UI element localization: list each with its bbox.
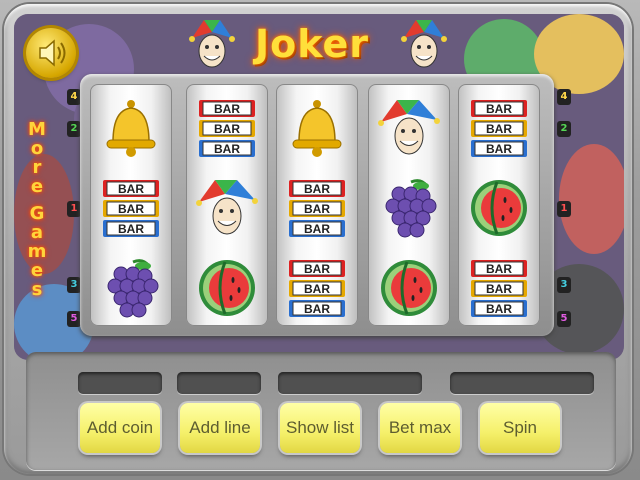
reel-4 [368,84,450,326]
svg-text:BAR: BAR [304,282,330,296]
bet-max-button[interactable]: Bet max [380,403,460,453]
joker-logo-icon [401,20,447,68]
svg-text:BAR: BAR [304,202,330,216]
svg-text:BAR: BAR [214,122,240,136]
svg-text:BAR: BAR [118,202,144,216]
add-line-button[interactable]: Add line [180,403,260,453]
line-badge-left-4: 4 [67,89,81,105]
more-games-link[interactable]: M o r e G a m e s [22,120,52,299]
svg-text:BAR: BAR [486,122,512,136]
reel-2: BAR BAR BAR [186,84,268,326]
line-badge-right-5: 5 [557,311,571,327]
add-coin-button[interactable]: Add coin [80,403,160,453]
line-badge-left-5: 5 [67,311,81,327]
lines-display [177,372,261,394]
bell-icon [106,100,156,157]
grapes-icon [107,259,159,318]
watermelon-icon [381,260,437,316]
svg-text:BAR: BAR [486,262,512,276]
reel-1: BAR BAR BAR [90,84,172,326]
bar-icon: BAR BAR BAR [471,260,527,317]
sound-toggle-button[interactable] [26,28,76,78]
svg-text:BAR: BAR [304,182,330,196]
svg-text:BAR: BAR [304,302,330,316]
line-badge-right-1: 1 [557,201,571,217]
bet-display [278,372,422,394]
watermelon-icon [199,260,255,316]
reel-3: BAR BAR BAR BAR BAR BAR [276,84,358,326]
bar-icon: BAR BAR BAR [289,180,345,237]
show-list-button[interactable]: Show list [280,403,360,453]
bar-icon: BAR BAR BAR [289,260,345,317]
reel-window: BAR BAR BAR BAR BAR BAR BAR BAR BAR BAR BAR BAR BAR B… [80,74,554,336]
svg-text:BAR: BAR [214,102,240,116]
svg-text:BAR: BAR [214,142,240,156]
line-badge-right-2: 2 [557,121,571,137]
svg-text:BAR: BAR [118,182,144,196]
svg-text:BAR: BAR [304,222,330,236]
spin-button[interactable]: Spin [480,403,560,453]
line-badge-left-3: 3 [67,277,81,293]
grapes-icon [385,179,437,238]
slot-machine: Joker M o r e G a m e s 42135 42135 BAR B… [0,0,640,480]
line-badge-right-4: 4 [557,89,571,105]
svg-text:BAR: BAR [486,102,512,116]
joker-icon [378,100,440,155]
speaker-icon [39,39,66,67]
coins-display [78,372,162,394]
svg-text:BAR: BAR [486,142,512,156]
line-badge-left-1: 1 [67,201,81,217]
bell-icon [292,100,342,157]
reel-5: BAR BAR BAR BAR BAR BAR [458,84,540,326]
line-badge-left-2: 2 [67,121,81,137]
svg-text:BAR: BAR [118,222,144,236]
watermelon-icon [471,180,527,236]
svg-text:BAR: BAR [486,282,512,296]
bar-icon: BAR BAR BAR [103,180,159,237]
svg-text:BAR: BAR [486,302,512,316]
game-title: Joker [255,22,370,66]
joker-logo-icon [189,20,235,68]
joker-icon [196,180,258,235]
bar-icon: BAR BAR BAR [471,100,527,157]
bar-icon: BAR BAR BAR [199,100,255,157]
line-badge-right-3: 3 [557,277,571,293]
svg-text:BAR: BAR [304,262,330,276]
win-display [450,372,594,394]
